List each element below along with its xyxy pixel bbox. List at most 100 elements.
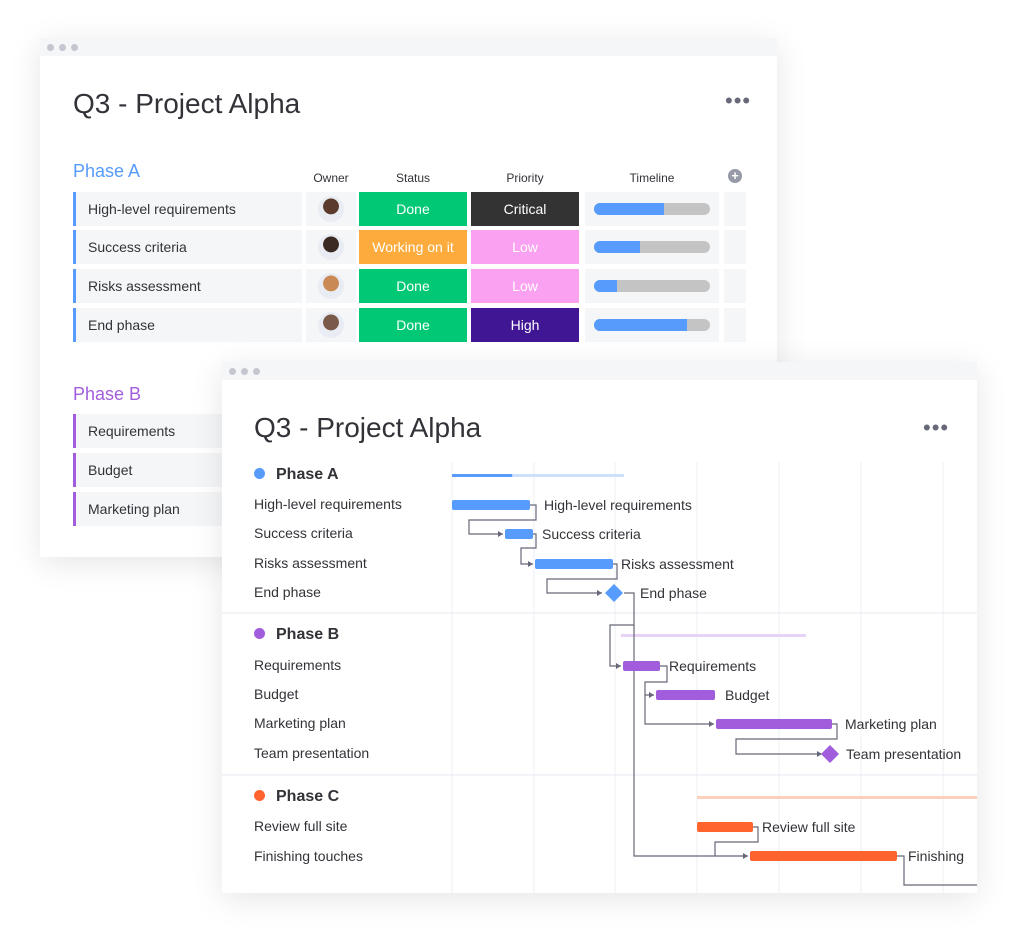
owner-cell[interactable] xyxy=(306,308,356,342)
arrow-head-icon xyxy=(616,663,621,669)
window-titlebar xyxy=(40,38,777,56)
gantt-bar-label: High-level requirements xyxy=(544,497,692,513)
gantt-task-name[interactable]: Success criteria xyxy=(254,525,353,541)
priority-label[interactable]: Low xyxy=(471,230,579,264)
priority-label[interactable]: Critical xyxy=(471,192,579,226)
gantt-bar-label: Marketing plan xyxy=(845,716,937,732)
priority-label[interactable]: Low xyxy=(471,269,579,303)
timeline-cell[interactable] xyxy=(585,230,719,264)
table-row[interactable]: High-level requirements Done Critical xyxy=(40,192,777,226)
timeline-bar xyxy=(594,319,710,331)
timeline-cell[interactable] xyxy=(585,192,719,226)
timeline-progress xyxy=(594,319,687,331)
milestone-diamond-icon[interactable] xyxy=(821,745,839,763)
gantt-bar-label: Requirements xyxy=(669,658,756,674)
table-row[interactable]: Success criteria Working on it Low xyxy=(40,230,777,264)
phase-a-summary-progress xyxy=(452,474,513,477)
more-horizontal-icon[interactable]: ••• xyxy=(725,90,751,112)
gantt-task-name[interactable]: Risks assessment xyxy=(254,555,367,571)
window-dot xyxy=(71,44,78,51)
gantt-bar-label: Finishing xyxy=(908,848,964,864)
avatar xyxy=(318,234,344,260)
item-name[interactable]: Risks assessment xyxy=(73,269,302,303)
group-title: Phase A xyxy=(276,466,339,483)
owner-cell[interactable] xyxy=(306,192,356,226)
table-row[interactable]: End phase Done High xyxy=(40,308,777,342)
arrow-head-icon xyxy=(649,692,654,698)
group-title-phase-a[interactable]: Phase A xyxy=(73,161,140,182)
arrow-head-icon xyxy=(597,590,602,596)
column-header-priority[interactable]: Priority xyxy=(471,171,579,185)
group-title: Phase C xyxy=(276,788,340,805)
group-title: Phase B xyxy=(276,626,340,643)
dependency-connector xyxy=(609,624,634,667)
plus-circle-icon[interactable]: + xyxy=(728,169,742,183)
column-header-timeline[interactable]: Timeline xyxy=(585,171,719,185)
gantt-task-bar[interactable] xyxy=(750,851,897,861)
table-row[interactable]: Risks assessment Done Low xyxy=(40,269,777,303)
group-color-dot xyxy=(254,790,265,801)
gantt-task-name[interactable]: End phase xyxy=(254,584,321,600)
status-label[interactable]: Done xyxy=(359,192,467,226)
gantt-task-bar[interactable] xyxy=(623,661,660,671)
gantt-task-name[interactable]: Budget xyxy=(254,686,298,702)
item-name[interactable]: End phase xyxy=(73,308,302,342)
empty-cell xyxy=(724,269,746,303)
avatar xyxy=(318,196,344,222)
gantt-task-name[interactable]: Review full site xyxy=(254,818,347,834)
window-dot xyxy=(59,44,66,51)
gantt-task-name[interactable]: Team presentation xyxy=(254,745,369,761)
arrow-head-icon xyxy=(743,853,748,859)
gantt-task-name[interactable]: Finishing touches xyxy=(254,848,363,864)
column-header-status[interactable]: Status xyxy=(359,171,467,185)
group-color-dot xyxy=(254,468,265,479)
gantt-task-bar[interactable] xyxy=(505,529,533,539)
status-label[interactable]: Done xyxy=(359,269,467,303)
gantt-task-name[interactable]: High-level requirements xyxy=(254,496,402,512)
column-header-owner[interactable]: Owner xyxy=(306,171,356,185)
gantt-bar-label: Risks assessment xyxy=(621,556,734,572)
gantt-task-name[interactable]: Marketing plan xyxy=(254,715,346,731)
avatar xyxy=(318,273,344,299)
group-title-phase-b[interactable]: Phase B xyxy=(73,384,141,405)
status-label[interactable]: Done xyxy=(359,308,467,342)
gantt-task-name[interactable]: Requirements xyxy=(254,657,341,673)
gantt-group-header[interactable]: Phase B xyxy=(254,626,339,644)
status-label[interactable]: Working on it xyxy=(359,230,467,264)
gantt-group-header[interactable]: Phase A xyxy=(254,466,339,484)
timeline-bar xyxy=(594,241,710,253)
empty-cell xyxy=(724,192,746,226)
timeline-cell[interactable] xyxy=(585,308,719,342)
timeline-bar xyxy=(594,280,710,292)
timeline-cell[interactable] xyxy=(585,269,719,303)
gantt-bar-label: Success criteria xyxy=(542,526,641,542)
milestone-diamond-icon[interactable] xyxy=(605,584,623,602)
item-name[interactable]: Success criteria xyxy=(73,230,302,264)
arrow-head-icon xyxy=(709,721,714,727)
phase-b-summary-bar xyxy=(621,634,806,637)
group-color-dot xyxy=(254,628,265,639)
gantt-task-bar[interactable] xyxy=(452,500,530,510)
gantt-task-bar[interactable] xyxy=(535,559,613,569)
owner-cell[interactable] xyxy=(306,230,356,264)
window-dot xyxy=(47,44,54,51)
board-title: Q3 - Project Alpha xyxy=(73,88,301,119)
gantt-task-bar[interactable] xyxy=(697,822,753,832)
gantt-bar-label: Budget xyxy=(725,687,769,703)
timeline-bar xyxy=(594,203,710,215)
priority-label[interactable]: High xyxy=(471,308,579,342)
timeline-progress xyxy=(594,241,641,253)
owner-cell[interactable] xyxy=(306,269,356,303)
gantt-task-bar[interactable] xyxy=(656,690,715,700)
gantt-task-bar[interactable] xyxy=(716,719,832,729)
gantt-group-header[interactable]: Phase C xyxy=(254,788,339,806)
item-name[interactable]: High-level requirements xyxy=(73,192,302,226)
arrow-head-icon xyxy=(528,561,533,567)
gantt-bar-label: End phase xyxy=(640,585,707,601)
arrow-head-icon xyxy=(498,531,503,537)
timeline-progress xyxy=(594,280,618,292)
gantt-view-window: Q3 - Project Alpha ••• High-level requir… xyxy=(222,362,977,893)
empty-cell xyxy=(724,308,746,342)
phase-c-summary-bar xyxy=(697,796,977,799)
timeline-progress xyxy=(594,203,664,215)
